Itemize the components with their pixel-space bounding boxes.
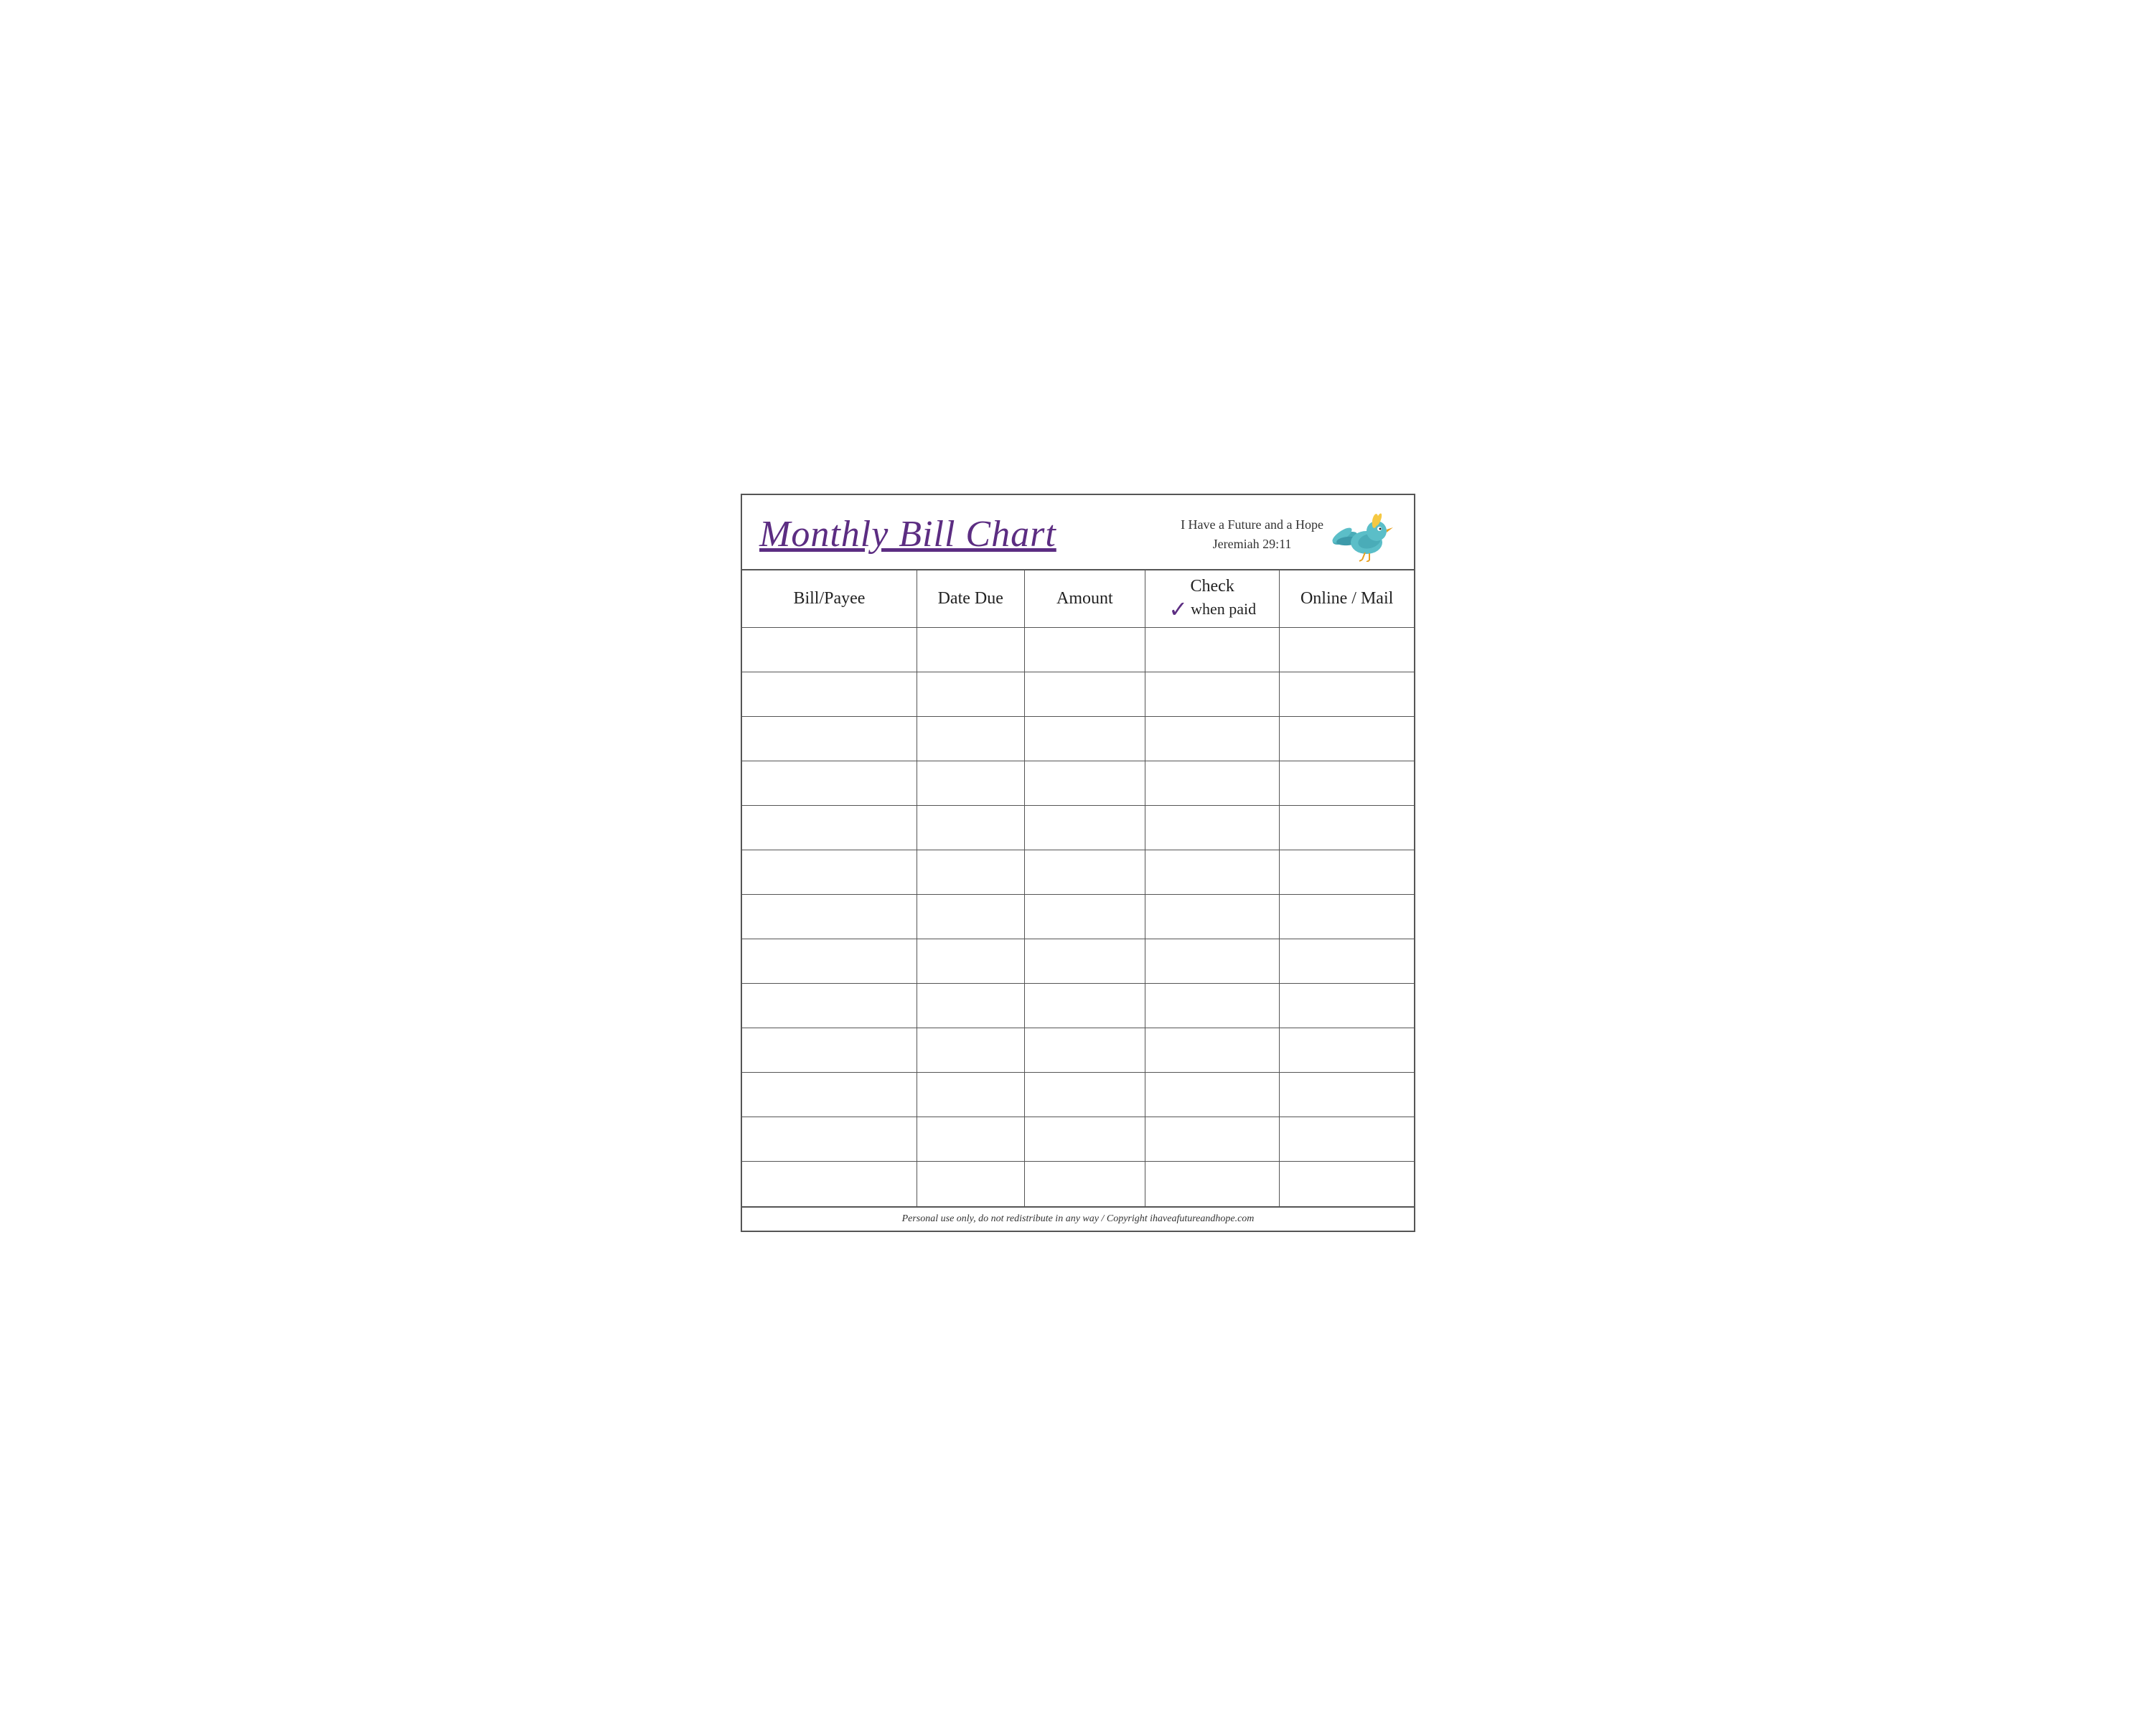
table-cell[interactable]	[742, 1028, 917, 1073]
table-row	[742, 1073, 1414, 1117]
table-cell[interactable]	[1280, 806, 1414, 850]
table-cell[interactable]	[1280, 628, 1414, 672]
scripture-line2: Jeremiah 29:11	[1181, 535, 1323, 554]
table-cell[interactable]	[917, 717, 1024, 761]
table-cell[interactable]	[1145, 939, 1280, 984]
table-cell[interactable]	[1024, 939, 1145, 984]
table-row	[742, 628, 1414, 672]
table-cell[interactable]	[1280, 761, 1414, 806]
table-row	[742, 717, 1414, 761]
table-cell[interactable]	[1145, 672, 1280, 717]
table-cell[interactable]	[1024, 717, 1145, 761]
table-cell[interactable]	[1280, 1162, 1414, 1206]
table-cell[interactable]	[742, 761, 917, 806]
checkmark-icon: ✓	[1168, 598, 1188, 621]
page-title: Monthly Bill Chart	[759, 514, 1056, 555]
table-cell[interactable]	[1145, 1073, 1280, 1117]
table-cell[interactable]	[1024, 895, 1145, 939]
table-cell[interactable]	[1145, 984, 1280, 1028]
table-cell[interactable]	[742, 850, 917, 895]
table-cell[interactable]	[1024, 1117, 1145, 1162]
table-cell[interactable]	[1024, 1073, 1145, 1117]
table-cell[interactable]	[1024, 1028, 1145, 1073]
table-row	[742, 850, 1414, 895]
table-cell[interactable]	[917, 850, 1024, 895]
table-cell[interactable]	[742, 1117, 917, 1162]
page: Monthly Bill Chart I Have a Future and a…	[741, 494, 1415, 1232]
table-cell[interactable]	[742, 806, 917, 850]
table-cell[interactable]	[742, 672, 917, 717]
table-cell[interactable]	[1280, 672, 1414, 717]
table-cell[interactable]	[742, 895, 917, 939]
col-header-bill: Bill/Payee	[742, 570, 917, 628]
col-header-online: Online / Mail	[1280, 570, 1414, 628]
table-row	[742, 939, 1414, 984]
scripture-block: I Have a Future and a Hope Jeremiah 29:1…	[1181, 515, 1323, 554]
table-cell[interactable]	[1280, 850, 1414, 895]
bill-table-wrapper: Bill/Payee Date Due Amount Check ✓ w	[742, 570, 1414, 1206]
table-row	[742, 1117, 1414, 1162]
table-cell[interactable]	[917, 1162, 1024, 1206]
table-header-row: Bill/Payee Date Due Amount Check ✓ w	[742, 570, 1414, 628]
header-right: I Have a Future and a Hope Jeremiah 29:1…	[1181, 508, 1397, 562]
table-cell[interactable]	[742, 717, 917, 761]
col-header-amount: Amount	[1024, 570, 1145, 628]
table-cell[interactable]	[742, 939, 917, 984]
table-cell[interactable]	[917, 939, 1024, 984]
table-cell[interactable]	[917, 1073, 1024, 1117]
table-cell[interactable]	[1024, 761, 1145, 806]
table-cell[interactable]	[1145, 1117, 1280, 1162]
table-cell[interactable]	[1024, 1162, 1145, 1206]
col-header-date: Date Due	[917, 570, 1024, 628]
header: Monthly Bill Chart I Have a Future and a…	[742, 495, 1414, 570]
table-cell[interactable]	[917, 672, 1024, 717]
table-cell[interactable]	[917, 761, 1024, 806]
table-cell[interactable]	[1145, 1028, 1280, 1073]
table-cell[interactable]	[1280, 939, 1414, 984]
table-cell[interactable]	[1280, 1117, 1414, 1162]
table-cell[interactable]	[1145, 850, 1280, 895]
table-cell[interactable]	[1024, 628, 1145, 672]
table-cell[interactable]	[1145, 806, 1280, 850]
bird-icon	[1332, 508, 1397, 562]
table-cell[interactable]	[742, 1162, 917, 1206]
footer: Personal use only, do not redistribute i…	[742, 1206, 1414, 1231]
table-cell[interactable]	[1280, 984, 1414, 1028]
table-cell[interactable]	[742, 628, 917, 672]
table-cell[interactable]	[1024, 672, 1145, 717]
table-cell[interactable]	[917, 1028, 1024, 1073]
table-row	[742, 984, 1414, 1028]
table-cell[interactable]	[1145, 761, 1280, 806]
table-cell[interactable]	[917, 806, 1024, 850]
table-cell[interactable]	[1280, 1073, 1414, 1117]
bill-table: Bill/Payee Date Due Amount Check ✓ w	[742, 570, 1414, 1206]
table-cell[interactable]	[1145, 628, 1280, 672]
table-cell[interactable]	[1145, 717, 1280, 761]
table-cell[interactable]	[1280, 895, 1414, 939]
table-cell[interactable]	[1024, 984, 1145, 1028]
table-row	[742, 672, 1414, 717]
check-header-top: Check	[1191, 577, 1234, 596]
table-cell[interactable]	[1024, 850, 1145, 895]
table-cell[interactable]	[1280, 717, 1414, 761]
table-cell[interactable]	[917, 895, 1024, 939]
footer-text: Personal use only, do not redistribute i…	[902, 1213, 1255, 1224]
table-row	[742, 895, 1414, 939]
col-header-check: Check ✓ when paid	[1145, 570, 1280, 628]
table-cell[interactable]	[917, 1117, 1024, 1162]
table-cell[interactable]	[742, 1073, 917, 1117]
table-row	[742, 1028, 1414, 1073]
table-cell[interactable]	[917, 628, 1024, 672]
table-row	[742, 806, 1414, 850]
table-cell[interactable]	[917, 984, 1024, 1028]
table-row	[742, 1162, 1414, 1206]
table-cell[interactable]	[1145, 895, 1280, 939]
scripture-line1: I Have a Future and a Hope	[1181, 515, 1323, 535]
table-row	[742, 761, 1414, 806]
table-cell[interactable]	[1024, 806, 1145, 850]
table-cell[interactable]	[742, 984, 917, 1028]
table-cell[interactable]	[1280, 1028, 1414, 1073]
check-header-bottom: when paid	[1191, 600, 1256, 619]
table-cell[interactable]	[1145, 1162, 1280, 1206]
